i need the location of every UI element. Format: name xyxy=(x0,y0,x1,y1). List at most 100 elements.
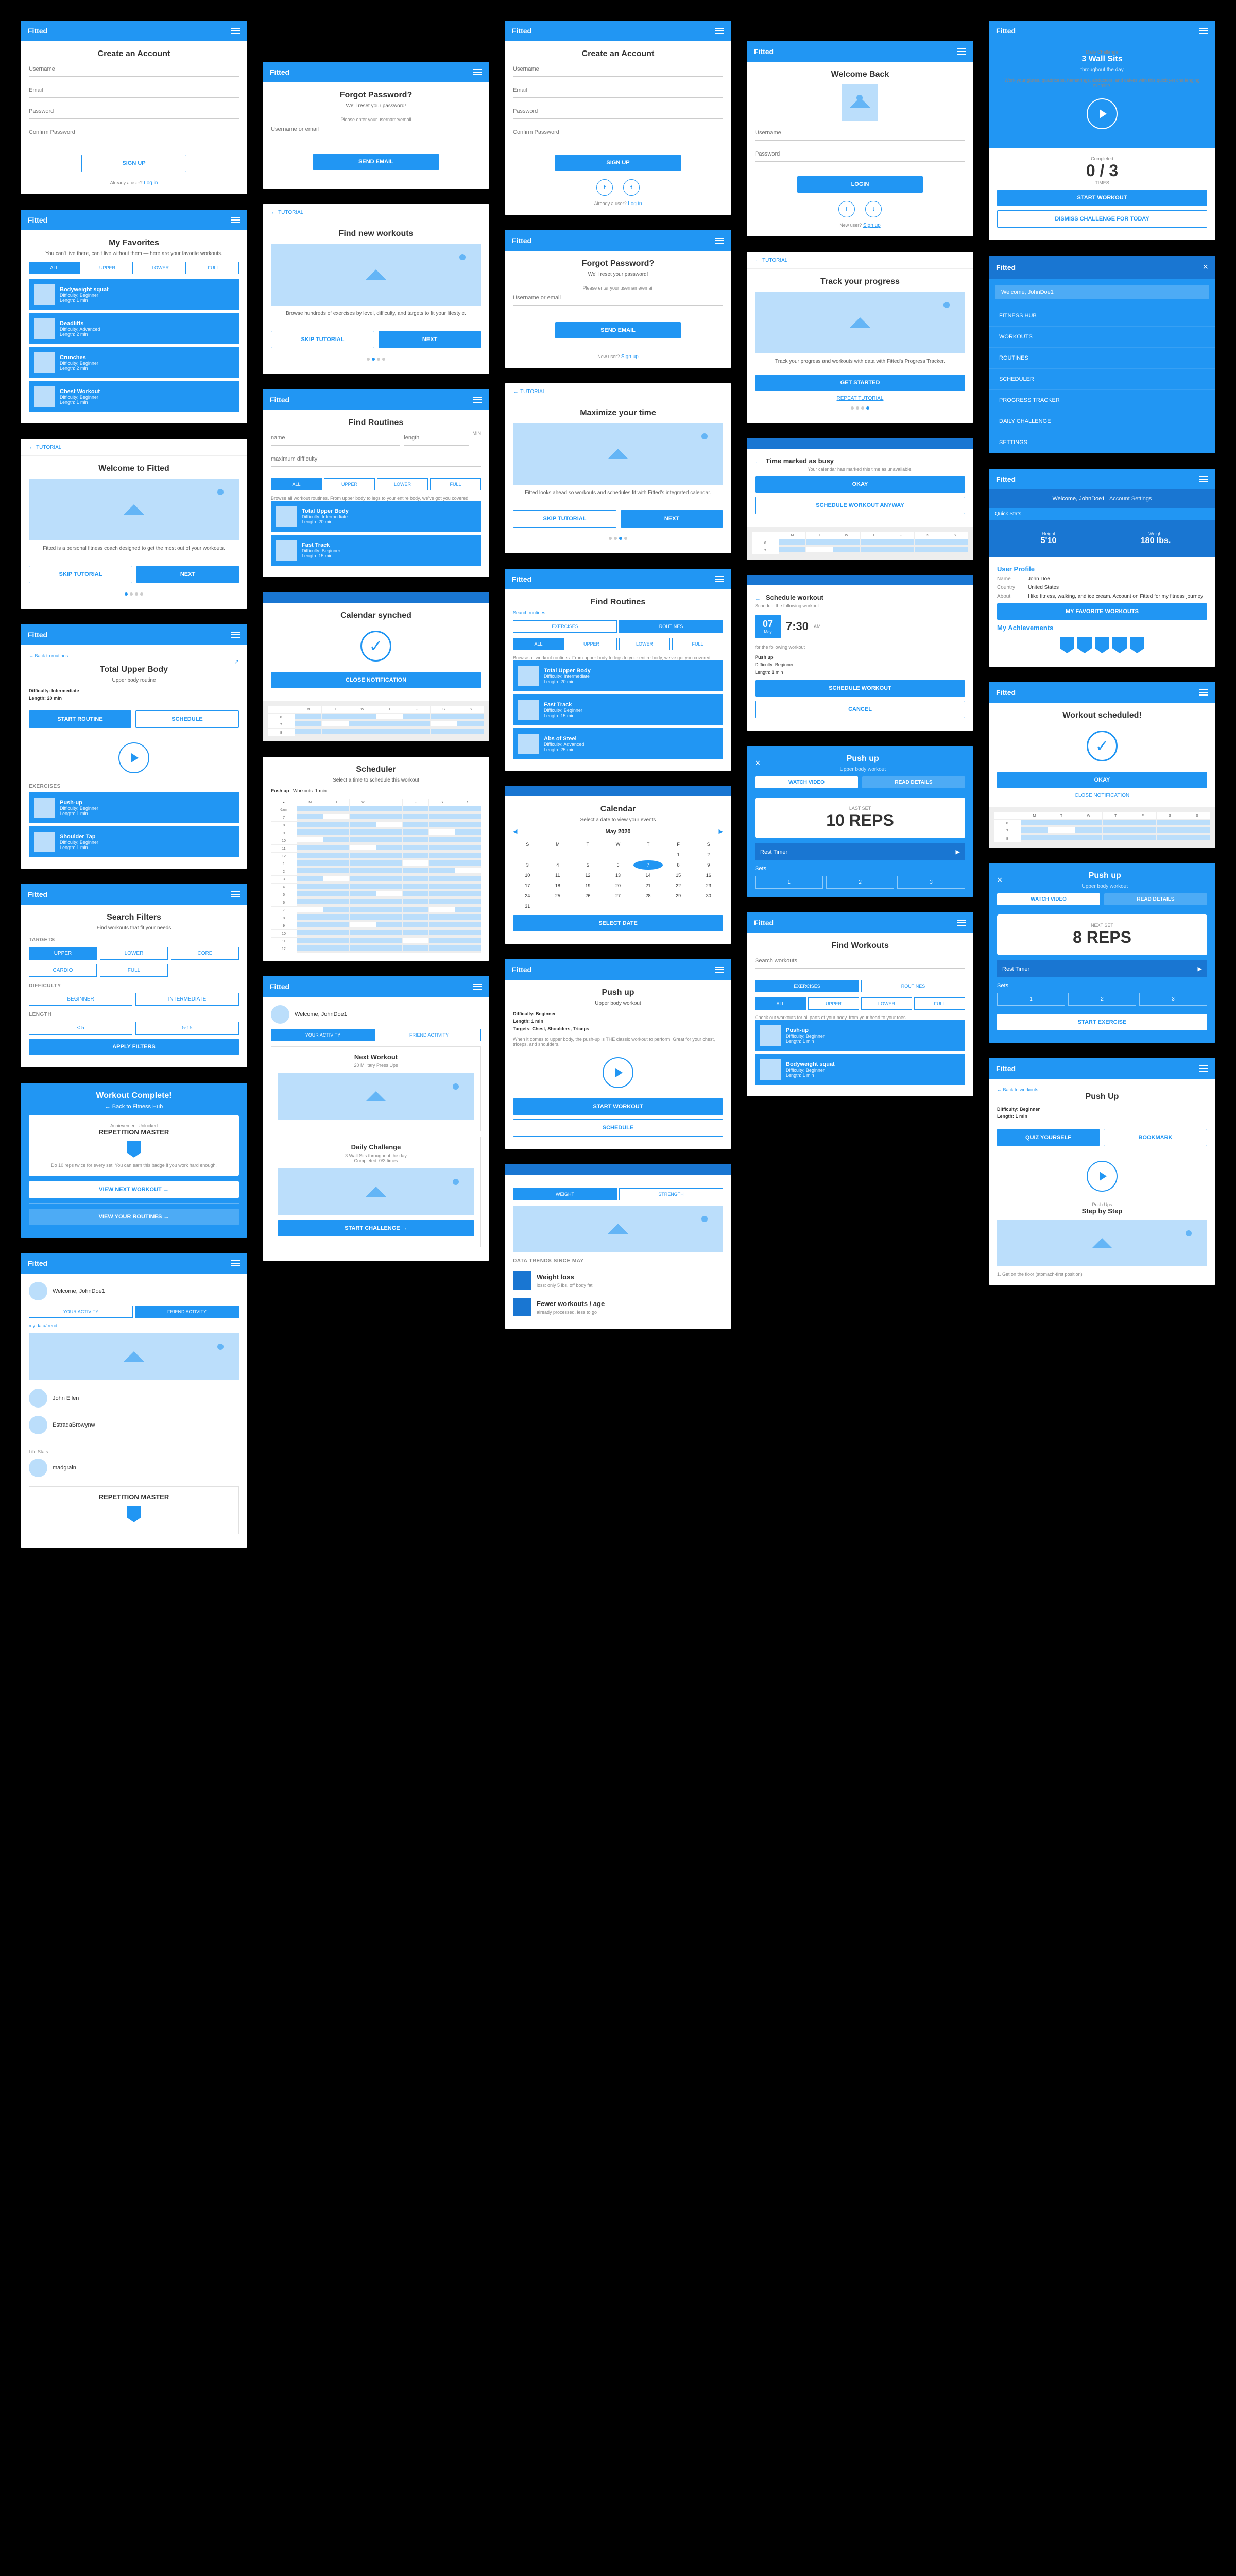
back-icon[interactable]: ← xyxy=(271,209,277,215)
cal-day[interactable]: 28 xyxy=(633,891,663,901)
schedule-button[interactable]: SCHEDULE WORKOUT xyxy=(755,680,965,697)
username-field[interactable] xyxy=(755,126,965,141)
cal-day[interactable]: 2 xyxy=(694,850,723,859)
set-box[interactable]: 3 xyxy=(897,876,965,889)
tab-friend[interactable]: FRIEND ACTIVITY xyxy=(135,1306,239,1318)
start-challenge-button[interactable]: START CHALLENGE → xyxy=(278,1220,474,1236)
menu-icon[interactable] xyxy=(231,1260,240,1266)
tab-your[interactable]: YOUR ACTIVITY xyxy=(271,1029,375,1041)
cal-day[interactable]: 13 xyxy=(604,871,633,880)
play-icon[interactable]: ▶ xyxy=(956,849,960,855)
routine-item[interactable]: Total Upper BodyDifficulty: Intermediate… xyxy=(271,501,481,532)
prev-icon[interactable]: ◀ xyxy=(513,828,517,835)
tab-exercises[interactable]: EXERCISES xyxy=(755,980,859,992)
name-field[interactable] xyxy=(271,431,400,446)
cal-day[interactable]: 17 xyxy=(513,881,542,890)
cal-day[interactable]: 20 xyxy=(604,881,633,890)
set-box[interactable]: 3 xyxy=(1139,993,1207,1006)
menu-icon[interactable] xyxy=(473,397,482,403)
trend-link[interactable]: my data/trend xyxy=(29,1323,239,1328)
filter-pill[interactable]: FULL xyxy=(100,964,168,977)
user-badge[interactable]: Welcome, JohnDoe1 xyxy=(995,285,1209,299)
back-icon[interactable]: ← xyxy=(513,388,519,395)
tab-upper[interactable]: UPPER xyxy=(82,262,133,274)
routine-item[interactable]: Total Upper BodyDifficulty: Intermediate… xyxy=(513,660,723,691)
tab-lower[interactable]: LOWER xyxy=(619,638,670,650)
account-link[interactable]: Account Settings xyxy=(1109,496,1152,502)
routine-item[interactable]: Fast TrackDifficulty: BeginnerLength: 15… xyxy=(271,535,481,566)
cal-day[interactable]: 30 xyxy=(694,891,723,901)
okay-button[interactable]: OKAY xyxy=(997,772,1207,788)
tab-all[interactable]: ALL xyxy=(755,997,806,1010)
tab-strength[interactable]: STRENGTH xyxy=(619,1188,723,1200)
menu-icon[interactable] xyxy=(1199,1065,1208,1072)
exercise-item[interactable]: Push-upDifficulty: BeginnerLength: 1 min xyxy=(29,792,239,823)
friend-item[interactable]: John Ellen xyxy=(29,1385,239,1412)
filter-pill[interactable]: INTERMEDIATE xyxy=(135,993,239,1006)
signup-button[interactable]: SIGN UP xyxy=(81,155,186,172)
confirm-field[interactable] xyxy=(29,125,239,140)
schedule-anyway-button[interactable]: SCHEDULE WORKOUT ANYWAY xyxy=(755,497,965,514)
menu-icon[interactable] xyxy=(473,69,482,75)
cal-day[interactable]: 9 xyxy=(694,860,723,870)
filter-pill[interactable]: < 5 xyxy=(29,1022,132,1035)
next-button[interactable]: NEXT xyxy=(136,566,239,583)
username-field[interactable] xyxy=(513,62,723,77)
next-button[interactable]: NEXT xyxy=(621,510,723,528)
cal-day[interactable]: 3 xyxy=(513,860,542,870)
cal-day[interactable]: 21 xyxy=(633,881,663,890)
filter-pill[interactable]: 5-15 xyxy=(135,1022,239,1035)
close-link[interactable]: CLOSE NOTIFICATION xyxy=(1075,793,1130,799)
cal-day[interactable]: 6 xyxy=(604,860,633,870)
back-icon[interactable]: ← xyxy=(755,596,761,602)
workout-item[interactable]: Bodyweight squatDifficulty: BeginnerLeng… xyxy=(29,279,239,310)
select-date-button[interactable]: SELECT DATE xyxy=(513,915,723,931)
tab-friend[interactable]: FRIEND ACTIVITY xyxy=(377,1029,481,1041)
cal-day[interactable]: 26 xyxy=(573,891,603,901)
password-field[interactable] xyxy=(29,104,239,119)
menu-icon[interactable] xyxy=(715,576,724,582)
tab-full[interactable]: FULL xyxy=(672,638,723,650)
send-button[interactable]: SEND EMAIL xyxy=(555,322,681,338)
menu-icon[interactable] xyxy=(473,984,482,990)
signup-button[interactable]: SIGN UP xyxy=(555,155,681,171)
menu-item-hub[interactable]: FITNESS HUB xyxy=(989,306,1215,327)
login-button[interactable]: LOGIN xyxy=(797,176,923,193)
cal-day[interactable]: 19 xyxy=(573,881,603,890)
close-icon[interactable]: × xyxy=(755,758,761,769)
tab-all[interactable]: ALL xyxy=(271,478,322,490)
quiz-button[interactable]: QUIZ YOURSELF xyxy=(997,1129,1100,1146)
view-routines-button[interactable]: VIEW YOUR ROUTINES → xyxy=(29,1209,239,1225)
back-icon[interactable]: ← xyxy=(29,444,35,450)
apply-button[interactable]: APPLY FILTERS xyxy=(29,1039,239,1055)
cal-day[interactable]: 1 xyxy=(664,850,693,859)
next-workout-button[interactable]: VIEW NEXT WORKOUT → xyxy=(29,1181,239,1198)
menu-icon[interactable] xyxy=(957,48,966,55)
filter-pill[interactable]: CARDIO xyxy=(29,964,97,977)
cal-day[interactable]: 8 xyxy=(664,860,693,870)
login-link[interactable]: Log in xyxy=(144,180,158,186)
menu-icon[interactable] xyxy=(1199,476,1208,482)
tab-upper[interactable]: UPPER xyxy=(566,638,617,650)
username-field[interactable] xyxy=(29,62,239,77)
tab-upper[interactable]: UPPER xyxy=(324,478,375,490)
read-button[interactable]: READ DETAILS xyxy=(1104,893,1207,905)
skip-button[interactable]: SKIP TUTORIAL xyxy=(29,566,132,583)
menu-icon[interactable] xyxy=(231,217,240,223)
cal-day[interactable]: 5 xyxy=(573,860,603,870)
watch-button[interactable]: WATCH VIDEO xyxy=(997,893,1100,905)
tab-all[interactable]: ALL xyxy=(513,638,564,650)
routine-item[interactable]: Abs of SteelDifficulty: AdvancedLength: … xyxy=(513,728,723,759)
back-link[interactable]: ← Back to Fitness Hub xyxy=(29,1104,239,1110)
close-icon[interactable]: × xyxy=(997,875,1003,886)
next-icon[interactable]: ▶ xyxy=(719,828,723,835)
tab-full[interactable]: FULL xyxy=(188,262,239,274)
twitter-icon[interactable]: t xyxy=(865,201,882,217)
menu-icon[interactable] xyxy=(231,632,240,638)
okay-button[interactable]: OKAY xyxy=(755,476,965,493)
email-field[interactable] xyxy=(29,83,239,98)
cal-day[interactable]: 25 xyxy=(543,891,573,901)
schedule-button[interactable]: SCHEDULE xyxy=(513,1119,723,1137)
bookmark-button[interactable]: BOOKMARK xyxy=(1104,1129,1207,1146)
menu-item-workouts[interactable]: WORKOUTS xyxy=(989,327,1215,348)
